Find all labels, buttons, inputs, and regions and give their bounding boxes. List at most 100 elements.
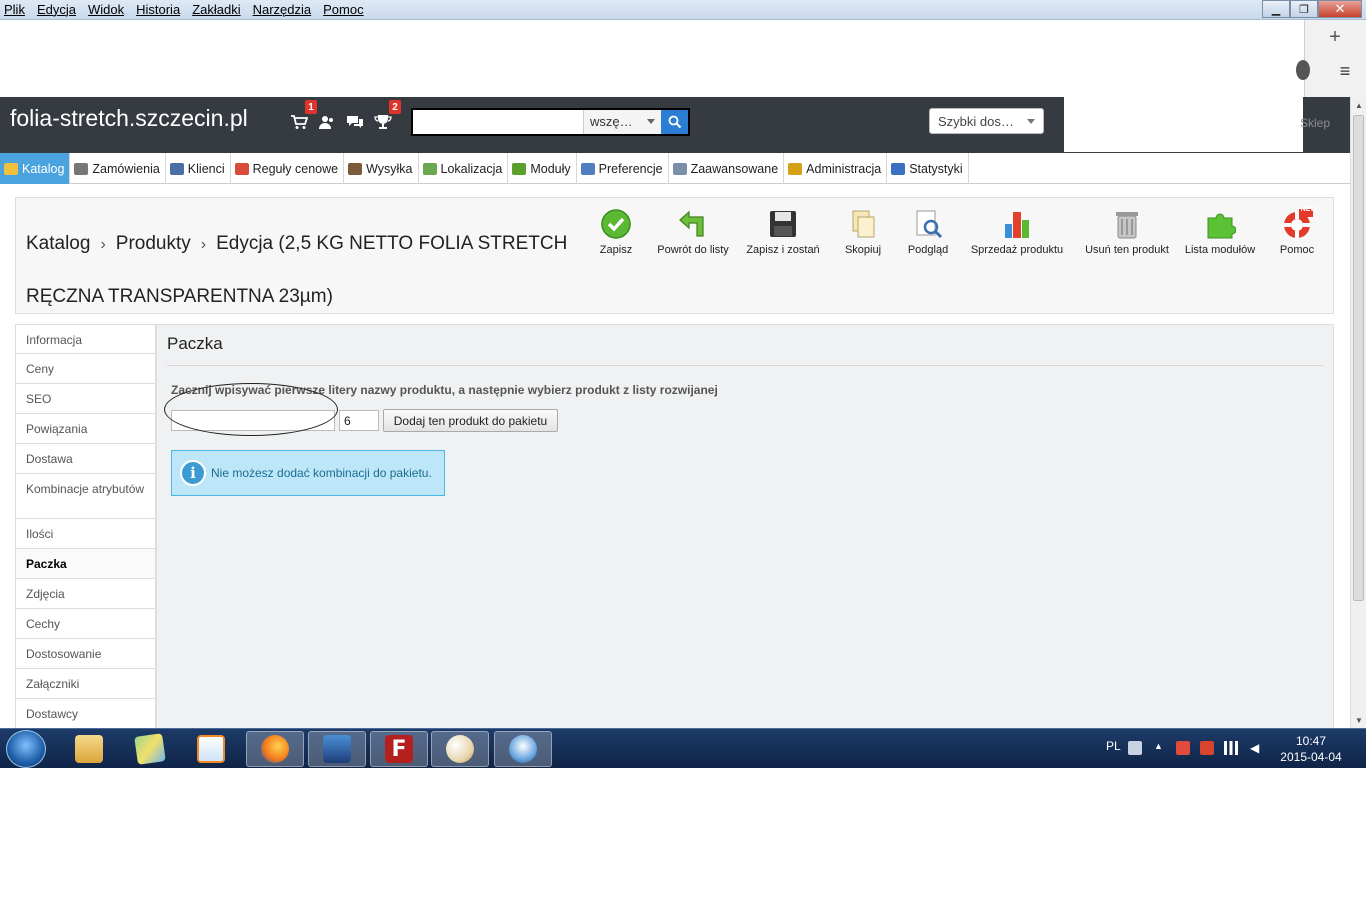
breadcrumb-products[interactable]: Produkty — [116, 233, 191, 254]
vertical-scrollbar[interactable]: ▲ ▼ — [1350, 97, 1366, 728]
tab-10[interactable]: Dostosowanie — [15, 639, 156, 669]
thunderbird-icon[interactable] — [494, 731, 552, 767]
back-arrow-icon — [677, 208, 709, 240]
toolbar-button-5[interactable]: Sprzedaż produktu — [968, 208, 1066, 256]
scroll-thumb[interactable] — [1353, 115, 1364, 601]
scroll-up-icon[interactable]: ▲ — [1351, 97, 1366, 113]
scroll-down-icon[interactable]: ▼ — [1351, 712, 1366, 728]
tab-4[interactable]: Dostawa — [15, 444, 156, 474]
nav-item-8[interactable]: Zaawansowane — [669, 153, 785, 184]
search-input[interactable] — [413, 110, 583, 134]
volume-icon[interactable]: ◀ — [1250, 741, 1264, 755]
browser-menubar: Plik Edycja Widok Historia Zakładki Narzędzia… — [0, 0, 1366, 20]
menu-item-0[interactable]: Plik — [4, 2, 25, 17]
nav-item-1[interactable]: Zamówienia — [70, 153, 166, 184]
tab-1[interactable]: Ceny — [15, 354, 156, 384]
add-to-pack-button[interactable]: Dodaj ten produkt do pakietu — [383, 409, 558, 432]
tab-9[interactable]: Cechy — [15, 609, 156, 639]
badges-badge: 2 — [389, 100, 401, 114]
start-button[interactable] — [6, 730, 46, 768]
toolbar-button-6[interactable]: Usuń ten produkt — [1082, 208, 1172, 256]
toolbar-button-7[interactable]: Lista modułów — [1180, 208, 1260, 256]
media-player-icon[interactable] — [182, 731, 240, 767]
explorer-icon[interactable] — [60, 731, 118, 767]
breadcrumb-catalog[interactable]: Katalog — [26, 233, 90, 254]
nav-item-10[interactable]: Statystyki — [887, 153, 969, 184]
lifebuoy-icon: NEW — [1281, 206, 1317, 240]
nav-icon — [672, 162, 687, 175]
shop-link[interactable]: Sklep — [1300, 116, 1330, 130]
search-bar: wszę… — [411, 108, 690, 136]
toolbar-label: Zapisz — [599, 244, 633, 256]
nav-item-3[interactable]: Reguły cenowe — [231, 153, 345, 184]
floppy-disk-icon — [767, 208, 799, 240]
tab-3[interactable]: Powiązania — [15, 414, 156, 444]
menu-item-4[interactable]: Zakładki — [192, 2, 240, 17]
firefox-icon[interactable] — [246, 731, 304, 767]
minimize-icon[interactable]: ▁ — [1262, 0, 1290, 18]
nav-icon — [580, 162, 595, 175]
nav-item-0[interactable]: Katalog — [0, 153, 71, 184]
customers-icon[interactable] — [316, 112, 338, 132]
nav-label: Moduły — [530, 161, 571, 176]
menu-item-5[interactable]: Narzędzia — [253, 2, 312, 17]
paint-icon[interactable] — [431, 731, 489, 767]
tab-0[interactable]: Informacja — [15, 324, 156, 354]
tab-8[interactable]: Zdjęcia — [15, 579, 156, 609]
tab-2[interactable]: SEO — [15, 384, 156, 414]
toolbar-panel: Katalog › Produkty › Edycja (2,5 KG NETTO FO… — [15, 197, 1334, 314]
toolbar-button-1[interactable]: Powrót do listy — [653, 208, 733, 256]
tab-7[interactable]: Paczka — [15, 549, 156, 579]
hamburger-menu-icon[interactable]: ≡ — [1330, 58, 1360, 84]
toolbar-button-3[interactable]: Skopiuj — [838, 208, 888, 256]
menu-item-3[interactable]: Historia — [136, 2, 180, 17]
blank-overlay — [1064, 97, 1303, 152]
filezilla-icon[interactable]: F — [370, 731, 428, 767]
nav-item-2[interactable]: Klienci — [166, 153, 231, 184]
toolbar-label: Sprzedaż produktu — [970, 244, 1064, 256]
cart-icon[interactable] — [288, 112, 310, 132]
quick-access-select[interactable]: Szybki dos… — [929, 108, 1044, 134]
tab-11[interactable]: Załączniki — [15, 669, 156, 699]
nav-item-5[interactable]: Lokalizacja — [419, 153, 509, 184]
power-icon[interactable] — [1200, 741, 1214, 755]
menu-item-2[interactable]: Widok — [88, 2, 124, 17]
tab-5[interactable]: Kombinacje atrybutów — [15, 474, 156, 519]
search-button[interactable] — [661, 110, 688, 134]
tab-6[interactable]: Ilości — [15, 519, 156, 549]
keyboard-icon[interactable] — [1128, 741, 1142, 755]
product-search-input[interactable] — [171, 410, 335, 431]
menu-item-6[interactable]: Pomoc — [323, 2, 363, 17]
language-indicator[interactable]: PL — [1106, 739, 1121, 753]
toolbar-button-2[interactable]: Zapisz i zostań — [743, 208, 823, 256]
app-icon[interactable] — [308, 731, 366, 767]
nav-item-6[interactable]: Moduły — [508, 153, 577, 184]
toolbar-button-8[interactable]: NEW Pomoc — [1273, 206, 1321, 256]
shop-name[interactable]: folia-stretch.szczecin.pl — [10, 105, 248, 132]
network-icon[interactable] — [1224, 741, 1238, 755]
messages-icon[interactable] — [344, 112, 366, 132]
toolbar-label: Lista modułów — [1184, 244, 1256, 256]
new-tab-button[interactable]: + — [1304, 22, 1366, 52]
nav-item-4[interactable]: Wysyłka — [344, 153, 419, 184]
toolbar-button-0[interactable]: Zapisz — [594, 208, 638, 256]
search-scope-select[interactable]: wszę… — [583, 110, 661, 134]
nav-icon — [788, 162, 803, 175]
restore-icon[interactable]: ❐ — [1290, 0, 1318, 18]
tab-12[interactable]: Dostawcy — [15, 699, 156, 729]
clock[interactable]: 10:47 2015-04-04 — [1276, 733, 1346, 765]
nav-item-9[interactable]: Administracja — [784, 153, 888, 184]
menu-item-1[interactable]: Edycja — [37, 2, 76, 17]
nav-item-7[interactable]: Preferencje — [577, 153, 669, 184]
windows-taskbar: F PL ▲ ◀ 10:47 2015-04-04 — [0, 728, 1366, 768]
trophy-icon[interactable] — [372, 112, 394, 132]
quantity-input[interactable]: 6 — [339, 410, 379, 431]
sync-icon[interactable] — [1296, 60, 1310, 80]
folders-icon[interactable] — [121, 731, 179, 767]
toolbar-label: Powrót do listy — [657, 244, 729, 256]
tray-expand-icon[interactable]: ▲ — [1154, 741, 1168, 755]
flag-icon[interactable] — [1176, 741, 1190, 755]
toolbar-button-4[interactable]: Podgląd — [903, 208, 953, 256]
quick-access-label: Szybki dos… — [938, 114, 1014, 129]
close-icon[interactable]: ✕ — [1318, 0, 1362, 18]
